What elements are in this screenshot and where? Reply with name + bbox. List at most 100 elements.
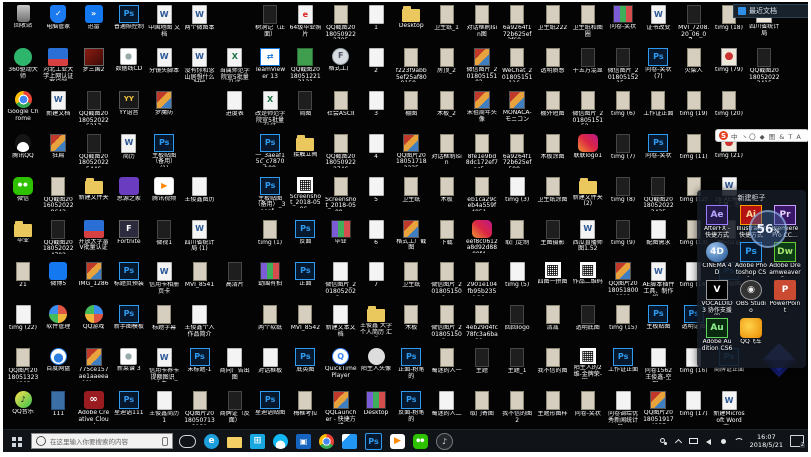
desktop-icon[interactable]: 梅框考拉 — [288, 391, 322, 418]
desktop-icon[interactable]: ▦四图一拼图 — [536, 262, 570, 286]
desktop-icon[interactable]: 清减 — [536, 305, 570, 332]
desktop-icon[interactable]: 蜀迷的人二 — [430, 391, 464, 418]
desktop-icon[interactable]: QQ截图20180512213131 — [288, 48, 322, 81]
desktop-icon[interactable]: 木板 — [394, 305, 428, 332]
desktop-icon[interactable]: 狂扁 — [41, 134, 75, 160]
desktop-icon[interactable]: 商向广告出图 — [218, 348, 252, 381]
desktop-icon[interactable]: eef8c0612a8d92d8809f4… — [465, 220, 499, 253]
notification-center-button[interactable]: 2 — [790, 435, 804, 447]
desktop-icon[interactable]: Google Chrome — [6, 91, 40, 122]
desktop-icon[interactable]: 2901e104fb95b235b26… — [465, 262, 499, 296]
desktop-icon[interactable]: 6 — [359, 220, 393, 247]
desktop-icon[interactable]: 王俊鑫个人作品简介 — [183, 305, 217, 338]
desktop-icon[interactable]: FFortnite — [112, 220, 146, 246]
desktop-icon[interactable]: Ps问卷-奖状 — [641, 134, 675, 160]
desktop-icon[interactable]: QQuickTime Player — [324, 348, 358, 379]
desktop-icon[interactable]: timg (6) — [606, 91, 640, 118]
desktop-icon[interactable]: 工作证正面 — [641, 91, 675, 118]
desktop-icon[interactable]: 社会ASCII — [324, 91, 358, 118]
desktop-icon[interactable]: MONACA-モニコン — [500, 91, 534, 123]
desktop-icon[interactable]: 房顶_2 — [430, 48, 464, 75]
taskbar-pin-store[interactable]: ⊞ — [250, 434, 265, 449]
desktop-icon[interactable]: Ps问卷-奖状 (7) — [641, 48, 675, 80]
desktop-icon[interactable]: timg (1) — [253, 220, 287, 247]
desktop-icon[interactable]: W新建Microsoft Word 文… — [712, 391, 746, 425]
desktop-icon[interactable]: QQ游戏 — [77, 305, 111, 331]
desktop-icon[interactable]: QQ图片20180517182235 — [394, 134, 428, 167]
desktop-icon[interactable]: 7 — [359, 262, 393, 289]
desktop-icon[interactable]: 取门定制 — [500, 220, 534, 247]
desktop-icon[interactable]: W证书改变 — [641, 5, 675, 32]
start-button[interactable] — [3, 430, 31, 452]
desktop-icon[interactable]: 陌生人头像 — [359, 348, 393, 373]
desktop-icon[interactable]: 王俊鑫简历1 — [147, 391, 181, 424]
desktop-icon[interactable]: QQ截图20180520224702 — [41, 220, 75, 254]
acceleration-ball[interactable]: 56% — [749, 210, 787, 248]
desktop-icon[interactable]: 幼围有拍 — [253, 262, 287, 288]
desktop-icon[interactable]: 棚图 — [394, 91, 428, 118]
desktop-icon[interactable]: 我不信的图2 — [500, 391, 534, 424]
sogou-toolbar-items[interactable]: 中 丶〇 ◆ 图 & T A — [731, 131, 802, 141]
desktop-icon[interactable]: 微信 — [6, 177, 40, 203]
desktop-icon[interactable]: ⇄TeamViewer 13 — [253, 48, 287, 80]
desktop-icon[interactable]: QQ截图20160520228642 — [41, 177, 75, 211]
desktop-icon[interactable]: 数据线CD — [112, 48, 146, 73]
desktop-icon[interactable]: W西瓜直播师图1.52 — [571, 220, 605, 253]
desktop-icon[interactable]: ▦作品二维码 — [571, 262, 605, 286]
desktop-icon[interactable]: timg (79) — [712, 48, 746, 74]
desktop-icon[interactable]: 微信图片_2018052022… — [324, 262, 358, 296]
desktop-icon[interactable]: 火柴人 — [677, 48, 711, 75]
desktop-icon[interactable]: Ps未标题-1 — [183, 348, 217, 374]
desktop-icon[interactable]: timg (3) — [500, 177, 534, 204]
desktop-icon[interactable]: 微信图片_2018051509… — [430, 305, 464, 339]
desktop-icon[interactable]: ▦陌生人的2维-金牌荣-图… — [571, 348, 605, 379]
taskbar-pin-edge[interactable]: e — [204, 434, 219, 449]
desktop-icon[interactable]: 毕业 — [324, 220, 358, 246]
desktop-icon[interactable]: 毕业 — [6, 220, 40, 245]
app-shortcut[interactable]: AuAdobe Audition CS6 -… — [700, 318, 734, 353]
desktop-icon[interactable]: Ps底英图 — [288, 348, 322, 374]
desktop-icon[interactable]: ✓电脑管家 — [41, 5, 75, 31]
desktop-icon[interactable]: QQ截图20180520225317 — [77, 91, 111, 125]
tray-volume-icon[interactable] — [704, 437, 713, 446]
taskbar-pin-music[interactable]: ♪ — [436, 433, 453, 450]
desktop-icon[interactable]: Desktop — [394, 5, 428, 30]
taskbar-search[interactable]: 在这里输入你要搜索的内容 — [31, 433, 173, 449]
taskbar-pin-wechat[interactable] — [413, 434, 428, 449]
desktop-icon[interactable]: 两个软纸 — [253, 305, 287, 332]
desktop-icon[interactable]: 软件管理 — [41, 305, 75, 331]
desktop-icon[interactable]: 下载 — [430, 220, 464, 247]
desktop-icon[interactable]: 新菜谱 3 — [112, 348, 146, 373]
desktop-icon[interactable]: 775ce157ae1aaeea09kgs… — [77, 348, 111, 381]
desktop-icon[interactable]: timg (5) — [500, 262, 534, 289]
desktop-icon[interactable]: 3 — [359, 91, 393, 118]
desktop-icon[interactable]: Screenshot_2018-05-09… — [324, 177, 358, 211]
desktop-icon[interactable]: Ps反面-粉笔的 — [394, 391, 428, 423]
desktop-icon[interactable]: 新建文件夹 (2) — [571, 177, 605, 208]
desktop-icon[interactable]: 树洞记（正面） — [253, 5, 287, 38]
desktop-icon[interactable]: QQ截图20180520225446 — [77, 134, 111, 168]
desktop-icon[interactable]: X当属师范学院宣5批量认证 — [218, 48, 252, 82]
desktop-icon[interactable]: 王俊鑫图历 — [183, 177, 217, 204]
desktop-icon[interactable]: 高清片 — [218, 262, 252, 289]
desktop-icon[interactable]: 微信图片_20180515102… — [465, 48, 499, 81]
desktop-icon[interactable]: timg (20) — [712, 91, 746, 118]
desktop-icon[interactable]: 21 — [6, 262, 40, 289]
desktop-icon[interactable]: timg (7) — [606, 134, 640, 161]
desktop-icon[interactable]: QQ图片20180519174237 — [641, 391, 675, 424]
desktop-icon[interactable]: MVI_8542 — [288, 305, 322, 332]
desktop-icon[interactable]: 问卷-奖状 — [606, 5, 640, 31]
desktop-icon[interactable]: QQ图片20180513234803 — [6, 348, 40, 382]
taskbar-pin-task-view[interactable] — [179, 435, 196, 448]
desktop-icon[interactable]: 4eb29d4fc78fc3a6ba29… — [465, 305, 499, 339]
desktop-icon[interactable]: 进度表 — [218, 91, 252, 118]
desktop-icon[interactable]: 微信图片_20180515152… — [571, 91, 605, 125]
desktop-icon[interactable]: 卫生纸222 — [536, 5, 570, 32]
desktop-icon[interactable]: 简图 — [288, 91, 322, 118]
app-shortcut[interactable]: VVOCALOID3 协作支援服 — [700, 280, 734, 315]
desktop-icon[interactable]: 棚外短图 — [536, 91, 570, 118]
desktop-icon[interactable]: MVI_7208.20_06_03… — [677, 5, 711, 39]
desktop-icon[interactable]: 回回logo — [500, 305, 534, 332]
desktop-icon[interactable]: Ps主板贴图 — [641, 305, 675, 331]
desktop-icon[interactable]: timg (9) — [606, 220, 640, 247]
